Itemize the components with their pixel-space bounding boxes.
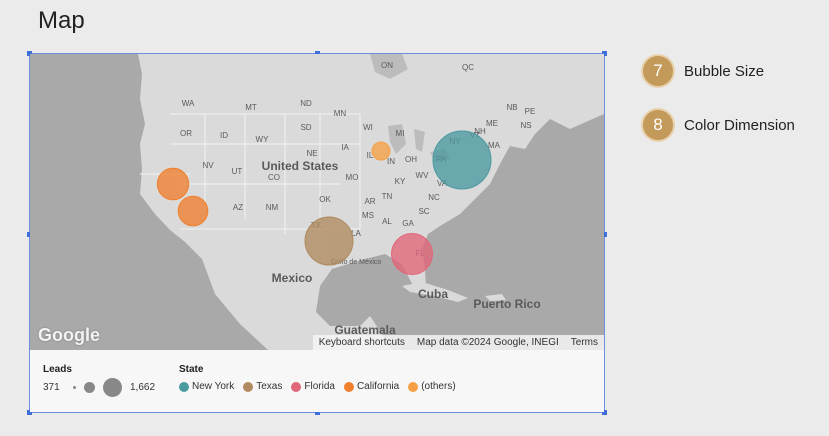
bubble-layer bbox=[156, 130, 492, 275]
callout-color-dimension: 8 Color Dimension bbox=[641, 108, 795, 142]
legend-item[interactable]: New York bbox=[179, 381, 234, 392]
google-logo: Google bbox=[38, 325, 100, 345]
legend-label: California bbox=[356, 381, 400, 392]
map-attribution: Keyboard shortcuts Map data ©2024 Google… bbox=[312, 335, 604, 350]
map-canvas[interactable]: United States Mexico Cuba Puerto Rico Guatem… bbox=[30, 54, 604, 350]
legend-swatch bbox=[408, 381, 419, 392]
legend-swatch bbox=[343, 381, 354, 392]
bubble-california[interactable] bbox=[177, 195, 209, 227]
callout-label: Bubble Size bbox=[684, 62, 765, 80]
size-legend-dot-small bbox=[73, 386, 76, 389]
bubble-california[interactable] bbox=[156, 167, 190, 201]
legend-swatch bbox=[179, 381, 189, 392]
size-legend-dot-large bbox=[103, 378, 122, 397]
bubble-texas[interactable] bbox=[304, 216, 354, 266]
size-legend-min: 371 bbox=[43, 382, 60, 393]
terms-link[interactable]: Terms bbox=[565, 337, 604, 348]
size-legend-title: Leads bbox=[43, 364, 72, 375]
size-legend-max: 1,662 bbox=[130, 382, 156, 393]
bubble-new-york[interactable] bbox=[432, 130, 492, 190]
map-chart[interactable]: United States Mexico Cuba Puerto Rico Guatem… bbox=[27, 51, 607, 415]
color-legend-items: New York Texas Florida California (others) bbox=[179, 381, 465, 395]
legend-item[interactable]: Florida bbox=[291, 381, 335, 392]
map-legend: Leads 371 1,662 State New York Texas Flori… bbox=[30, 350, 604, 412]
callout-bubble-size: 7 Bubble Size bbox=[641, 54, 764, 88]
legend-label: Florida bbox=[304, 381, 335, 392]
color-legend-title: State bbox=[179, 364, 204, 375]
legend-label: New York bbox=[192, 381, 235, 392]
legend-item[interactable]: Texas bbox=[243, 381, 282, 392]
bubble-florida[interactable] bbox=[391, 233, 433, 275]
page-title: Map bbox=[38, 7, 85, 34]
legend-label: Texas bbox=[256, 381, 283, 392]
legend-label: (others) bbox=[421, 381, 456, 392]
keyboard-shortcuts-link[interactable]: Keyboard shortcuts bbox=[313, 337, 411, 348]
callout-label: Color Dimension bbox=[684, 116, 795, 134]
size-legend-dot-medium bbox=[84, 382, 95, 393]
map-data-credit: Map data ©2024 Google, INEGI bbox=[416, 337, 559, 348]
legend-item[interactable]: (others) bbox=[408, 381, 456, 392]
callout-number-badge: 8 bbox=[641, 108, 675, 142]
callout-number-badge: 7 bbox=[641, 54, 675, 88]
legend-swatch bbox=[243, 381, 254, 392]
bubble-illinois[interactable] bbox=[371, 141, 391, 161]
legend-item[interactable]: California bbox=[343, 381, 400, 392]
legend-swatch bbox=[291, 381, 302, 392]
